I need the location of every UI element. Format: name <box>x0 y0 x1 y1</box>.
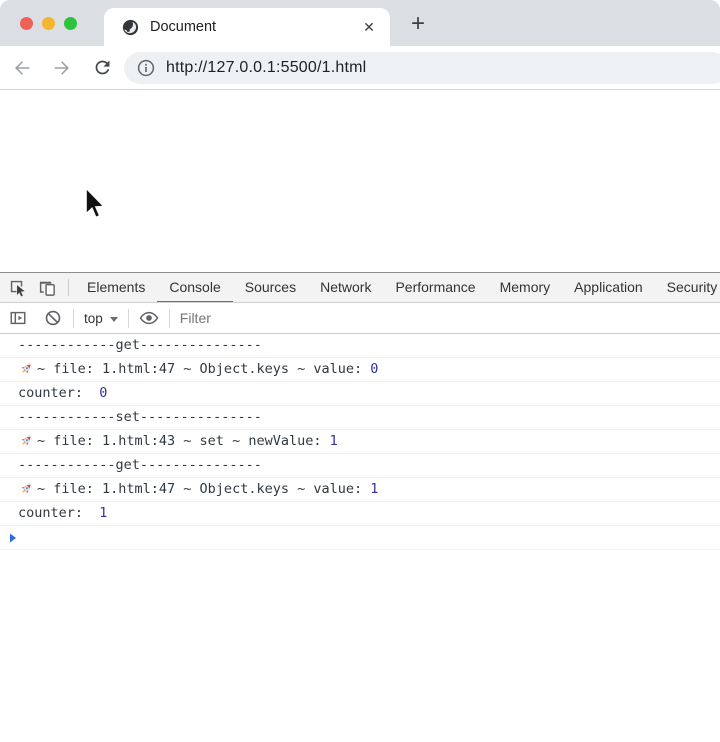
tab-elements[interactable]: Elements <box>75 273 157 302</box>
console-message-text: ~ file: 1.html:47 ~ Object.keys ~ value: <box>37 481 371 497</box>
browser-toolbar: http://127.0.0.1:5500/1.html <box>0 46 720 90</box>
console-row: ~ file: 1.html:43 ~ set ~ newValue: 1 <box>0 430 720 454</box>
console-row: counter: 0 <box>0 382 720 406</box>
console-number-value: 1 <box>329 433 338 449</box>
console-message-text: counter: <box>18 505 100 521</box>
console-row: ------------set--------------- <box>0 406 720 430</box>
console-message-text: ------------get--------------- <box>18 457 262 473</box>
browser-window: Document ✕ + http://127.0.0.1:5500/1.htm… <box>0 0 720 742</box>
console-row: ~ file: 1.html:47 ~ Object.keys ~ value:… <box>0 478 720 502</box>
context-selector[interactable]: top <box>84 311 118 326</box>
console-number-value: 0 <box>370 361 379 377</box>
console-message-text: ------------set--------------- <box>18 409 262 425</box>
rocket-icon <box>18 434 33 449</box>
minimize-window-button[interactable] <box>42 17 55 30</box>
new-tab-button[interactable]: + <box>404 11 432 39</box>
tab-application[interactable]: Application <box>562 273 655 302</box>
reload-icon[interactable] <box>90 56 114 80</box>
console-message-text: ~ file: 1.html:43 ~ set ~ newValue: <box>37 433 330 449</box>
tab-performance[interactable]: Performance <box>383 273 487 302</box>
clear-console-icon[interactable] <box>43 308 63 328</box>
tab-close-icon[interactable]: ✕ <box>362 20 376 34</box>
console-message-text: counter: <box>18 385 100 401</box>
console-messages: ------------get--------------- ~ file: 1… <box>0 334 720 526</box>
tab-console[interactable]: Console <box>157 273 233 302</box>
tab-title: Document <box>150 19 217 35</box>
zoom-window-button[interactable] <box>64 17 77 30</box>
info-icon[interactable] <box>137 59 155 77</box>
console-toolbar: top <box>0 303 720 334</box>
filter-input[interactable] <box>179 310 480 326</box>
console-row: ------------get--------------- <box>0 334 720 358</box>
arrow-left-icon[interactable] <box>10 56 34 80</box>
separator <box>73 308 74 328</box>
live-expression-eye-icon[interactable] <box>139 308 159 328</box>
rocket-icon <box>18 362 33 377</box>
mouse-pointer-icon <box>78 184 106 229</box>
tab-strip: Document ✕ + <box>0 0 720 46</box>
url-text: http://127.0.0.1:5500/1.html <box>166 59 367 76</box>
close-window-button[interactable] <box>20 17 33 30</box>
console-row: counter: 1 <box>0 502 720 526</box>
chevron-down-icon <box>109 316 118 322</box>
browser-tab[interactable]: Document ✕ <box>104 8 390 46</box>
console-message-text: ------------get--------------- <box>18 337 262 353</box>
console-row: ------------get--------------- <box>0 454 720 478</box>
devtools-tabbar: Elements Console Sources Network Perform… <box>0 273 720 303</box>
arrow-right-icon[interactable] <box>50 56 74 80</box>
page-content <box>0 90 720 272</box>
console-prompt[interactable] <box>0 526 720 550</box>
separator <box>127 308 129 328</box>
rocket-icon <box>18 482 33 497</box>
device-toolbar-icon[interactable] <box>37 278 57 298</box>
separator <box>68 279 69 296</box>
devtools-panel: Elements Console Sources Network Perform… <box>0 272 720 742</box>
console-number-value: 0 <box>99 385 108 401</box>
console-row: ~ file: 1.html:47 ~ Object.keys ~ value:… <box>0 358 720 382</box>
console-sidebar-icon[interactable] <box>8 308 28 328</box>
inspect-element-icon[interactable] <box>7 278 27 298</box>
tab-sources[interactable]: Sources <box>233 273 308 302</box>
tab-memory[interactable]: Memory <box>488 273 563 302</box>
chevron-right-icon <box>7 532 19 544</box>
url-bar[interactable]: http://127.0.0.1:5500/1.html <box>124 52 720 84</box>
console-number-value: 1 <box>99 505 108 521</box>
tab-security[interactable]: Security <box>655 273 720 302</box>
separator <box>168 308 170 328</box>
console-message-text: ~ file: 1.html:47 ~ Object.keys ~ value: <box>37 361 371 377</box>
context-selector-label: top <box>84 310 103 326</box>
traffic-lights <box>20 17 77 30</box>
console-number-value: 1 <box>370 481 379 497</box>
globe-icon <box>122 19 139 36</box>
tab-network[interactable]: Network <box>308 273 383 302</box>
